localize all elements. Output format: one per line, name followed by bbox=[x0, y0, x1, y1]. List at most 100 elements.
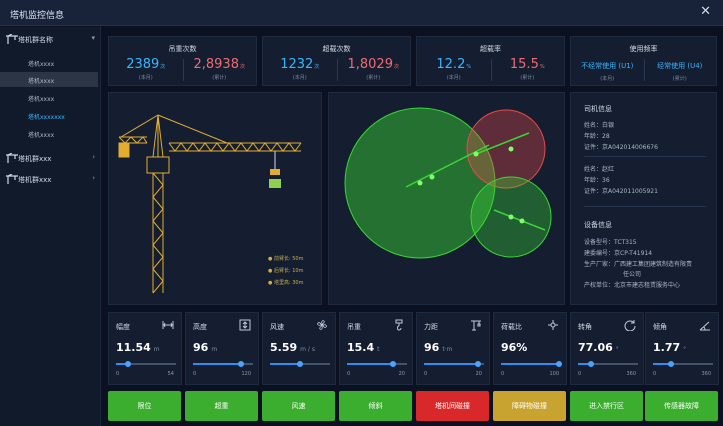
alarm-restricted-zone-button[interactable]: 进入禁行区 bbox=[570, 391, 643, 421]
height-icon bbox=[239, 319, 251, 331]
metric-value: 96 t·m bbox=[424, 341, 453, 354]
crane-icon bbox=[6, 174, 18, 184]
crane-group-label: 塔机群名称 bbox=[18, 36, 53, 44]
metric-max: 54 bbox=[167, 371, 174, 377]
metric-fill bbox=[193, 363, 241, 365]
slider-handle bbox=[555, 361, 562, 367]
stat-monthly: 2389次 (本月) bbox=[109, 57, 183, 81]
stat-card-overload-count: 超载次数 1232次 (本月) 1,8029次 (累计) bbox=[262, 36, 411, 86]
metric-label: 转角 bbox=[578, 323, 592, 331]
metric-max: 20 bbox=[475, 371, 482, 377]
alarm-wind-button[interactable]: 风速 bbox=[262, 391, 335, 421]
stat-card-usage-frequency: 使用频率 不经常使用 (U1) (本月) 经常使用 (U4) (累计) bbox=[570, 36, 717, 86]
stat-value: 不经常使用 (U1) bbox=[581, 62, 634, 70]
device-maker: 生产厂家：广西建工集团建筑制造有限责 bbox=[584, 261, 693, 268]
sidebar-item-crane-4[interactable]: 塔机xxxxxxx bbox=[0, 108, 98, 123]
alarm-crane-collision-button[interactable]: 塔机间碰撞 bbox=[416, 391, 489, 421]
metric-label: 幅度 bbox=[116, 323, 130, 331]
metric-fill bbox=[270, 363, 300, 365]
metric-load-ratio: 荷载比 96% 0 100 bbox=[493, 312, 567, 385]
metric-slider bbox=[578, 361, 638, 367]
metric-slider bbox=[501, 361, 562, 367]
metric-slider bbox=[116, 361, 176, 367]
collision-map-panel bbox=[328, 92, 565, 305]
driver-1-name: 姓名：白银 bbox=[584, 122, 615, 129]
alarm-sensor-fault-button[interactable]: 传感器故障 bbox=[645, 391, 718, 421]
alarm-limit-button[interactable]: 限位 bbox=[108, 391, 181, 421]
stat-period: (累计) bbox=[672, 76, 687, 82]
crane-diagram bbox=[118, 114, 302, 294]
alarm-tilt-button[interactable]: 倾斜 bbox=[339, 391, 412, 421]
metric-value: 96 m bbox=[193, 341, 218, 354]
crane-group-main[interactable]: 塔机群名称 ▾ bbox=[0, 29, 101, 49]
stat-value: 15.5 bbox=[509, 57, 539, 72]
metric-max: 120 bbox=[241, 371, 251, 377]
metric-height: 高度 96 m 0 120 bbox=[185, 312, 259, 385]
stat-period: (累计) bbox=[520, 75, 535, 81]
slider-handle bbox=[587, 361, 594, 367]
rotation-icon bbox=[624, 320, 636, 331]
alarm-overweight-button[interactable]: 超重 bbox=[185, 391, 258, 421]
divider bbox=[584, 156, 706, 157]
metric-fill bbox=[501, 363, 559, 365]
stat-value: 2,8938 bbox=[193, 57, 239, 72]
sidebar-item-label: 塔机xxxx bbox=[28, 61, 55, 68]
stat-unit: 次 bbox=[160, 64, 166, 70]
driver-1-age: 年龄：28 bbox=[584, 133, 610, 140]
stat-value: 经常使用 (U4) bbox=[657, 62, 703, 70]
crane-icon bbox=[6, 34, 18, 44]
crane-group-3[interactable]: 塔机群xxx › bbox=[0, 169, 101, 189]
close-icon[interactable]: ✕ bbox=[700, 4, 711, 19]
stat-period: (本月) bbox=[138, 75, 153, 81]
sidebar-item-label: 塔机xxxx bbox=[28, 132, 55, 139]
metric-min: 0 bbox=[578, 371, 582, 377]
stat-period: (本月) bbox=[446, 75, 461, 81]
title-bar: 塔机监控信息 ✕ bbox=[0, 0, 723, 26]
metric-slider bbox=[270, 361, 330, 367]
metric-rotation: 转角 77.06 ° 0 360 bbox=[570, 312, 644, 385]
sidebar-item-crane-1[interactable]: 塔机xxxx bbox=[0, 55, 98, 70]
sidebar-item-label: 塔机xxxxxxx bbox=[28, 114, 65, 121]
stat-unit: 次 bbox=[314, 64, 320, 70]
metric-min: 0 bbox=[193, 371, 197, 377]
metric-slider bbox=[653, 361, 713, 367]
stat-total: 15.5% (累计) bbox=[491, 57, 565, 81]
metric-max: 360 bbox=[701, 371, 711, 377]
tilt-icon bbox=[699, 321, 710, 331]
metric-slider bbox=[424, 361, 484, 367]
metric-max: 20 bbox=[398, 371, 405, 377]
collision-map bbox=[344, 107, 552, 259]
metric-tilt: 倾角 1.77 ° 0 360 bbox=[645, 312, 719, 385]
stat-monthly: 1232次 (本月) bbox=[263, 57, 337, 81]
slider-handle bbox=[238, 361, 244, 367]
legend-tower-height: ● 塔里高: 30m bbox=[268, 280, 304, 286]
metric-label: 倾角 bbox=[653, 323, 667, 331]
alarm-obstacle-collision-button[interactable]: 障碍物碰撞 bbox=[493, 391, 566, 421]
metric-min: 0 bbox=[501, 371, 505, 377]
metric-label: 风速 bbox=[270, 323, 284, 331]
device-maker-cont: 任公司 bbox=[623, 271, 642, 278]
crane-group-2[interactable]: 塔机群xxx › bbox=[0, 148, 101, 168]
driver-2-age: 年龄：36 bbox=[584, 177, 610, 184]
stat-value: 1232 bbox=[280, 57, 314, 72]
metric-fill bbox=[424, 363, 478, 365]
fan-icon bbox=[317, 320, 327, 330]
stat-title: 吊重次数 bbox=[168, 45, 197, 53]
legend-jib-front: ● 前臂长: 50m bbox=[268, 256, 304, 262]
sidebar-item-label: 塔机xxxx bbox=[28, 96, 55, 103]
window-title: 塔机监控信息 bbox=[10, 11, 65, 21]
sidebar-item-crane-2[interactable]: 塔机xxxx bbox=[0, 72, 98, 87]
crane-zone-collision bbox=[466, 109, 546, 189]
metric-moment: 力距 96 t·m 0 20 bbox=[416, 312, 490, 385]
stat-value: 12.2 bbox=[436, 57, 466, 72]
metric-value: 1.77 ° bbox=[653, 341, 687, 354]
divider bbox=[584, 206, 706, 207]
metric-value: 5.59 m / s bbox=[270, 341, 315, 354]
driver-info-heading: 司机信息 bbox=[584, 105, 612, 113]
chevron-right-icon: › bbox=[92, 174, 95, 182]
sidebar-item-crane-5[interactable]: 塔机xxxx bbox=[0, 126, 98, 141]
stat-unit: 次 bbox=[239, 64, 245, 70]
metric-value: 15.4 t bbox=[347, 341, 380, 354]
device-code: 建委编号：京CP-T41914 bbox=[584, 250, 653, 257]
sidebar-item-crane-3[interactable]: 塔机xxxx bbox=[0, 90, 98, 105]
